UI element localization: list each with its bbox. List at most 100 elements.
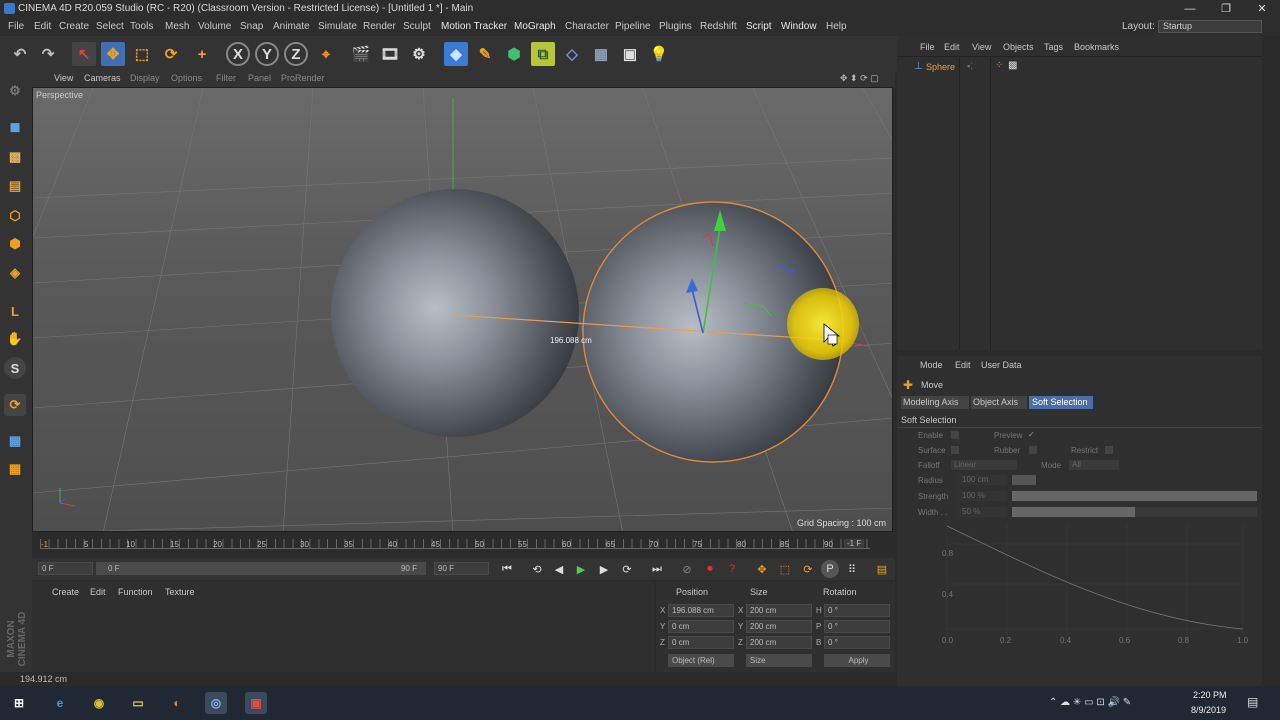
menu-animate[interactable]: Animate: [273, 21, 310, 32]
windows-start-icon[interactable]: ⊞: [8, 692, 30, 714]
phong-tag-icon[interactable]: ⁘: [995, 60, 1003, 71]
menu-mograph[interactable]: MoGraph: [514, 21, 556, 32]
menu-select[interactable]: Select: [96, 21, 124, 32]
radius-slider[interactable]: [1012, 475, 1036, 485]
rotation-h-field[interactable]: 0 °: [824, 604, 890, 617]
tweak-mode-icon[interactable]: ✋: [4, 328, 26, 350]
menu-mesh[interactable]: Mesh: [165, 21, 189, 32]
om-menu-objects[interactable]: Objects: [1003, 42, 1034, 52]
menu-file[interactable]: File: [8, 21, 24, 32]
firefox-browser-icon[interactable]: ◐: [166, 692, 188, 714]
key-position-icon[interactable]: ✥: [753, 560, 771, 578]
viewport-menu-view[interactable]: View: [54, 73, 73, 83]
redo-icon[interactable]: ↷: [36, 42, 60, 66]
menu-pipeline[interactable]: Pipeline: [615, 21, 651, 32]
clock-time[interactable]: 2:20 PM: [1193, 690, 1227, 700]
frame-indicator[interactable]: -1 F: [844, 539, 865, 548]
material-menu-create[interactable]: Create: [52, 587, 79, 597]
x-axis-lock-icon[interactable]: X: [226, 42, 250, 66]
render-settings-icon[interactable]: ⚙: [407, 42, 431, 66]
key-pla-icon[interactable]: ⠿: [843, 560, 861, 578]
coord-size-dropdown[interactable]: Size: [746, 654, 812, 667]
menu-render[interactable]: Render: [363, 21, 396, 32]
camera-icon[interactable]: ▣: [618, 42, 642, 66]
next-key-icon[interactable]: ⟳: [618, 560, 636, 578]
menu-simulate[interactable]: Simulate: [318, 21, 357, 32]
surface-checkbox[interactable]: [951, 446, 959, 454]
workplane-icon[interactable]: ▤: [4, 175, 26, 197]
key-scale-icon[interactable]: ⬚: [776, 560, 794, 578]
notifications-icon[interactable]: ▤: [1247, 695, 1258, 709]
menu-tools[interactable]: Tools: [130, 21, 153, 32]
om-menu-view[interactable]: View: [972, 42, 991, 52]
width-slider[interactable]: [1012, 507, 1257, 517]
layout-select[interactable]: Startup: [1158, 20, 1262, 33]
undo-icon[interactable]: ↶: [8, 42, 32, 66]
coord-mode-dropdown[interactable]: Object (Rel): [668, 654, 734, 667]
snap-icon[interactable]: S: [4, 357, 26, 379]
menu-character[interactable]: Character: [565, 21, 609, 32]
system-tray-icons[interactable]: ⌃ ☁ ✳ ▭ ⊡ 🔊 ✎: [1049, 697, 1131, 708]
timeline-window-icon[interactable]: ▤: [873, 560, 891, 578]
record-disabled-icon[interactable]: ⊘: [678, 560, 696, 578]
om-menu-tags[interactable]: Tags: [1044, 42, 1063, 52]
tab-soft-selection[interactable]: Soft Selection: [1029, 396, 1093, 409]
menu-motion-tracker[interactable]: Motion Tracker: [441, 21, 507, 32]
restrict-checkbox[interactable]: [1105, 446, 1113, 454]
apply-button[interactable]: Apply: [824, 654, 890, 667]
goto-start-icon[interactable]: ⏮: [498, 560, 516, 578]
viewport-menu-panel[interactable]: Panel: [248, 73, 271, 83]
object-row-sphere[interactable]: ⊥ Sphere ▪⁚ ⁘ ▩: [905, 60, 1245, 74]
live-selection-icon[interactable]: ↖: [72, 42, 96, 66]
viewport-menu-filter[interactable]: Filter: [216, 73, 236, 83]
edges-mode-icon[interactable]: ⬢: [4, 233, 26, 255]
y-axis-lock-icon[interactable]: Y: [255, 42, 279, 66]
goto-end-icon[interactable]: ⏭: [648, 560, 666, 578]
polygons-mode-icon[interactable]: ◈: [4, 262, 26, 284]
material-menu-function[interactable]: Function: [118, 587, 153, 597]
array-cloner-icon[interactable]: ⧉: [531, 42, 555, 66]
menu-volume[interactable]: Volume: [198, 21, 231, 32]
planar-workplane-icon[interactable]: ▦: [4, 458, 26, 480]
strength-field[interactable]: 100 %: [959, 491, 1007, 501]
texture-tag-icon[interactable]: ▩: [1008, 60, 1017, 71]
menu-redshift[interactable]: Redshift: [700, 21, 737, 32]
menu-snap[interactable]: Snap: [240, 21, 263, 32]
clock-date[interactable]: 8/9/2019: [1191, 705, 1226, 715]
key-parameter-icon[interactable]: P: [821, 560, 839, 578]
strength-slider[interactable]: [1012, 491, 1257, 501]
enable-checkbox[interactable]: [951, 431, 959, 439]
z-axis-lock-icon[interactable]: Z: [284, 42, 308, 66]
key-rotation-icon[interactable]: ⟳: [799, 560, 817, 578]
pen-spline-icon[interactable]: ✎: [473, 42, 497, 66]
material-menu-edit[interactable]: Edit: [90, 587, 106, 597]
tab-object-axis[interactable]: Object Axis: [971, 396, 1027, 409]
preview-checkbox[interactable]: ✓: [1028, 430, 1035, 439]
menu-help[interactable]: Help: [826, 21, 847, 32]
attr-menu-user-data[interactable]: User Data: [981, 360, 1022, 370]
viewport-menu-prorender[interactable]: ProRender: [281, 73, 325, 83]
viewport-menu-cameras[interactable]: Cameras: [84, 73, 121, 83]
menu-script[interactable]: Script: [746, 21, 772, 32]
om-menu-edit[interactable]: Edit: [944, 42, 960, 52]
axis-mode-icon[interactable]: L: [4, 300, 26, 322]
current-frame-field[interactable]: 0 F: [38, 562, 93, 575]
size-y-field[interactable]: 200 cm: [746, 620, 812, 633]
position-x-field[interactable]: 196.088 cm: [668, 604, 734, 617]
scale-tool-icon[interactable]: ⬚: [130, 42, 154, 66]
subdivision-generator-icon[interactable]: ⬢: [502, 42, 526, 66]
deformer-icon[interactable]: ◇: [560, 42, 584, 66]
sphere-left[interactable]: [331, 189, 579, 437]
prev-frame-icon[interactable]: ◀: [550, 560, 568, 578]
visibility-dots-icon[interactable]: ▪⁚: [967, 61, 973, 72]
viewport-nav-icons[interactable]: ✥ ⬍ ⟳ ▢: [840, 73, 879, 84]
menu-sculpt[interactable]: Sculpt: [403, 21, 431, 32]
viewport-menu-options[interactable]: Options: [171, 73, 202, 83]
radius-field[interactable]: 100 cm: [959, 475, 1007, 485]
file-explorer-icon[interactable]: ▭: [127, 692, 149, 714]
rotate-tool-icon[interactable]: ⟳: [159, 42, 183, 66]
prev-key-icon[interactable]: ⟲: [528, 560, 546, 578]
edge-browser-icon[interactable]: e: [49, 692, 71, 714]
falloff-graph[interactable]: [927, 524, 1257, 636]
chrome-browser-icon[interactable]: ◉: [88, 692, 110, 714]
